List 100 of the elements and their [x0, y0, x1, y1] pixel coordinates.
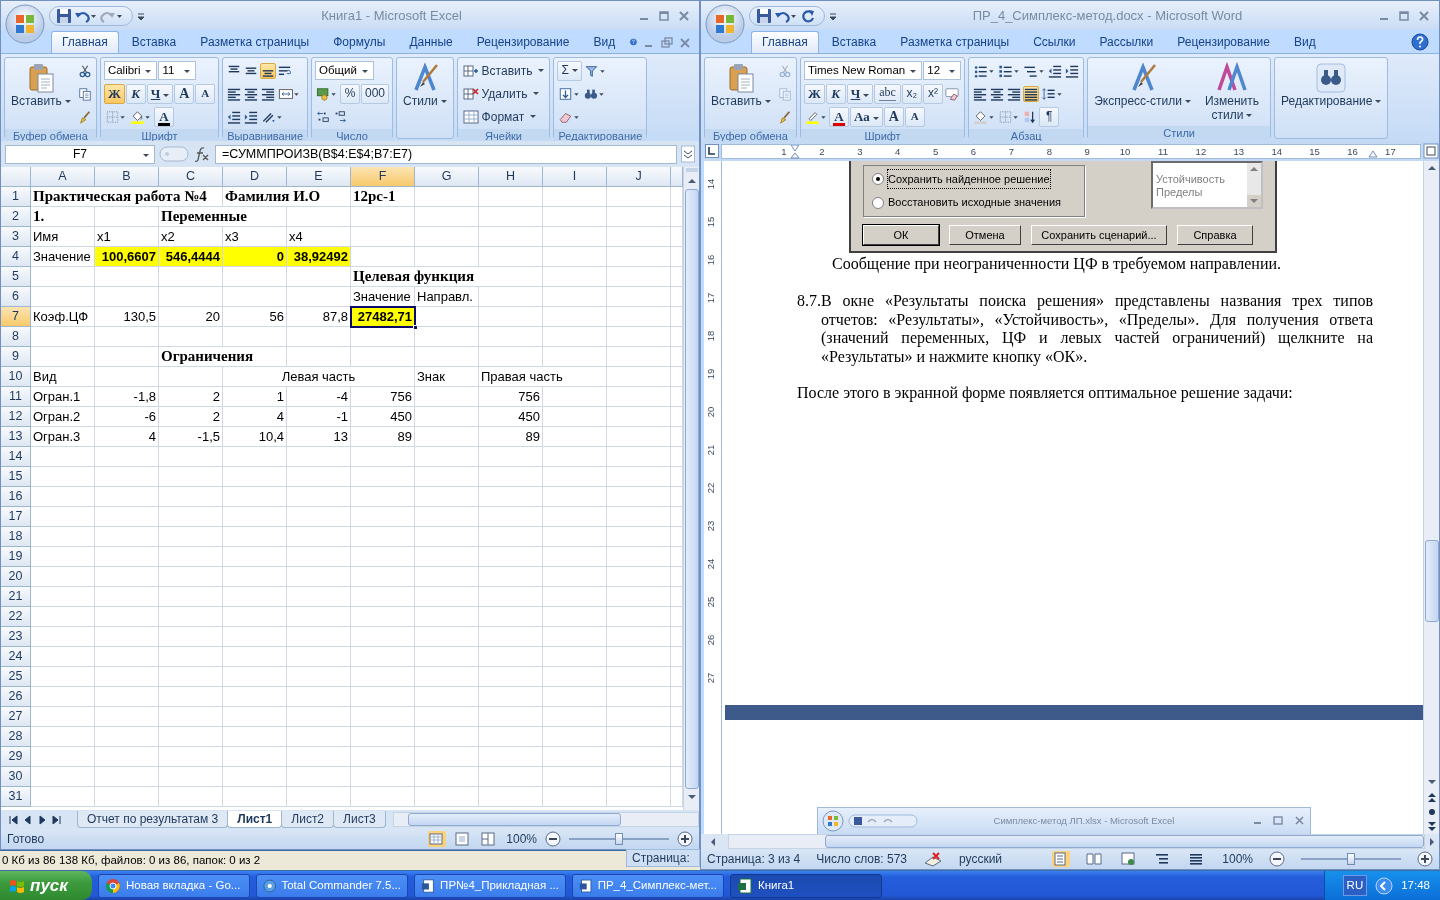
table-cell[interactable]	[351, 347, 415, 367]
table-cell[interactable]: Правая часть	[479, 367, 607, 387]
table-cell[interactable]	[223, 667, 287, 687]
slider-thumb[interactable]	[615, 833, 623, 845]
row-header[interactable]: 27	[1, 707, 31, 727]
table-cell[interactable]	[31, 447, 95, 467]
row-header[interactable]: 4	[1, 247, 31, 267]
ribbon-tab[interactable]: Рассылки	[1088, 31, 1165, 53]
zoom-level[interactable]: 100%	[506, 830, 537, 848]
font-color-button[interactable]: A	[153, 106, 174, 127]
table-cell[interactable]	[223, 527, 287, 547]
table-cell[interactable]	[223, 747, 287, 767]
row-header[interactable]: 29	[1, 747, 31, 767]
table-cell[interactable]	[223, 287, 287, 307]
zoom-out-icon[interactable]	[1269, 851, 1285, 867]
table-cell[interactable]	[287, 787, 351, 807]
ribbon-tab[interactable]: Вставка	[120, 31, 188, 53]
table-cell[interactable]	[159, 687, 223, 707]
table-cell[interactable]	[223, 547, 287, 567]
print-layout-icon[interactable]	[1052, 851, 1071, 867]
table-cell[interactable]	[479, 287, 543, 307]
status-text[interactable]: Страница: 3 из 4	[707, 850, 801, 868]
ribbon-tab[interactable]: Главная	[51, 31, 119, 53]
horizontal-ruler[interactable]: 1 2 3 4 5 6 7 8 9 10 11 12 13 14 15 16 17	[721, 143, 1421, 159]
table-cell[interactable]	[95, 587, 159, 607]
table-cell[interactable]	[223, 647, 287, 667]
close-icon[interactable]	[1417, 8, 1431, 23]
table-cell[interactable]	[287, 267, 351, 287]
format-button[interactable]: Формат	[460, 107, 539, 126]
table-cell[interactable]	[31, 687, 95, 707]
table-cell[interactable]	[543, 187, 607, 207]
table-cell[interactable]	[159, 267, 223, 287]
table-cell[interactable]	[159, 707, 223, 727]
table-cell[interactable]: -1	[287, 407, 351, 427]
row-header[interactable]: 25	[1, 667, 31, 687]
column-header[interactable]: I	[543, 167, 607, 187]
taskbar-button[interactable]: ПР_4_Симплекс-мет...	[572, 873, 724, 898]
zoom-in-icon[interactable]	[677, 831, 693, 847]
row-header[interactable]: 12	[1, 407, 31, 427]
table-cell[interactable]	[543, 567, 607, 587]
format-button[interactable]: 000	[361, 83, 390, 104]
shrink-font-button[interactable]: A	[195, 83, 216, 104]
table-cell[interactable]	[351, 207, 415, 227]
ribbon-tab[interactable]: Данные	[398, 31, 464, 53]
table-cell[interactable]	[223, 707, 287, 727]
table-cell[interactable]: Знак	[415, 367, 479, 387]
table-cell[interactable]	[415, 447, 479, 467]
table-cell[interactable]	[351, 507, 415, 527]
table-cell[interactable]	[479, 447, 543, 467]
table-cell[interactable]	[351, 667, 415, 687]
scroll-thumb[interactable]	[407, 813, 621, 826]
start-button[interactable]: пуск	[0, 871, 92, 900]
table-cell[interactable]	[351, 627, 415, 647]
row-header[interactable]: 26	[1, 687, 31, 707]
table-cell[interactable]	[159, 487, 223, 507]
table-cell[interactable]	[159, 647, 223, 667]
table-cell[interactable]	[159, 467, 223, 487]
status-text[interactable]: Число слов: 573	[816, 850, 907, 868]
table-cell[interactable]	[287, 207, 351, 227]
column-header[interactable]: J	[607, 167, 671, 187]
table-cell[interactable]: Направл.	[415, 287, 479, 307]
table-cell[interactable]	[287, 547, 351, 567]
table-cell[interactable]	[479, 507, 543, 527]
sum-button[interactable]: Σ	[557, 60, 582, 81]
table-cell[interactable]	[415, 227, 479, 247]
proofing-icon[interactable]	[923, 851, 943, 867]
scroll-thumb[interactable]	[825, 835, 1424, 848]
table-cell[interactable]	[543, 487, 607, 507]
table-cell[interactable]	[351, 227, 415, 247]
column-header[interactable]: D	[223, 167, 287, 187]
table-cell[interactable]	[31, 487, 95, 507]
table-cell[interactable]	[607, 507, 671, 527]
table-cell[interactable]	[287, 567, 351, 587]
table-cell[interactable]	[31, 467, 95, 487]
table-cell[interactable]	[287, 587, 351, 607]
table-cell[interactable]	[159, 787, 223, 807]
table-cell[interactable]	[287, 507, 351, 527]
table-cell[interactable]	[223, 787, 287, 807]
dialog-button[interactable]: Отмена	[949, 225, 1021, 245]
table-cell[interactable]	[351, 567, 415, 587]
insert-button[interactable]: Вставить	[460, 61, 547, 80]
column-header[interactable]: A	[31, 167, 95, 187]
table-cell[interactable]	[95, 727, 159, 747]
zoom-slider[interactable]	[1301, 853, 1401, 865]
table-cell[interactable]	[159, 767, 223, 787]
office-button[interactable]	[705, 4, 745, 44]
sheet-tab[interactable]: Лист3	[333, 811, 386, 828]
row-header[interactable]: 28	[1, 727, 31, 747]
row-header[interactable]: 3	[1, 227, 31, 247]
table-cell[interactable]	[95, 567, 159, 587]
table-cell[interactable]	[543, 447, 607, 467]
table-cell[interactable]	[351, 727, 415, 747]
table-cell[interactable]: Переменные	[159, 207, 287, 227]
taskbar-button[interactable]: Книга1	[730, 873, 882, 898]
table-cell[interactable]	[95, 287, 159, 307]
table-cell[interactable]	[159, 567, 223, 587]
normal-view-icon[interactable]	[428, 831, 447, 847]
italic-button[interactable]: К	[825, 83, 846, 104]
row-header[interactable]: 22	[1, 607, 31, 627]
taskbar-button[interactable]: ПР№4_Прикладная ...	[414, 873, 566, 898]
